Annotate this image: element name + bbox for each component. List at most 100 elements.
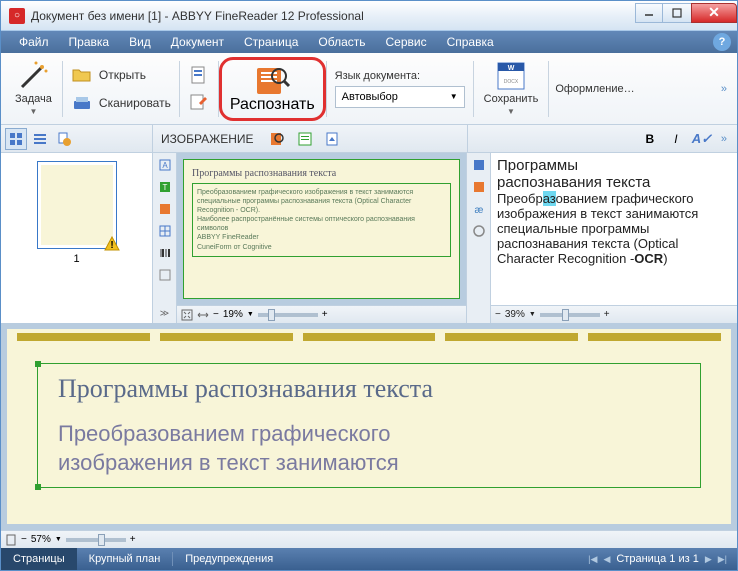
task-label: Задача [15, 93, 52, 105]
status-tab-closeup[interactable]: Крупный план [77, 548, 173, 570]
text-tool-1-icon[interactable] [469, 155, 489, 175]
svg-text:T: T [162, 183, 167, 192]
fit-icon[interactable] [181, 309, 193, 321]
tool-text-area-icon[interactable]: T [155, 177, 175, 197]
tool-more-icon[interactable]: ≫ [155, 303, 175, 323]
minimize-button[interactable] [635, 3, 663, 23]
language-select[interactable]: Автовыбор ▼ [335, 86, 465, 108]
thumbnail-number: 1 [73, 253, 79, 265]
status-tab-warnings[interactable]: Предупреждения [173, 548, 285, 570]
view-thumbnails-button[interactable] [5, 128, 27, 150]
text-zoom-slider[interactable] [540, 313, 600, 317]
text-overflow-icon[interactable]: » [717, 133, 731, 145]
save-button[interactable]: WDOCX Сохранить ▼ [474, 57, 549, 121]
maximize-button[interactable] [662, 3, 692, 23]
closeup-document[interactable]: Программы распознавания текста Преобразо… [7, 329, 731, 524]
scan-button[interactable]: Сканировать [71, 92, 171, 114]
lang-label: Язык документа: [335, 70, 465, 82]
svg-text:!: ! [110, 240, 113, 251]
closeup-zoom-bar: − 57% ▼ + [1, 530, 737, 548]
next-page-icon[interactable]: ▶ [705, 554, 712, 565]
menu-view[interactable]: Вид [121, 33, 159, 51]
ribbon-toolbar: Задача ▼ Открыть Сканировать [1, 53, 737, 125]
closeup-zoom-slider[interactable] [66, 538, 126, 542]
recognized-image[interactable]: Программы распознавания текста Преобразо… [183, 159, 460, 299]
recognize-icon [253, 64, 291, 96]
view-list-button[interactable] [29, 128, 51, 150]
lang-value: Автовыбор [342, 91, 398, 103]
menu-service[interactable]: Сервис [378, 33, 435, 51]
text-pane: æ Программы распознавания текста Преобра… [467, 153, 737, 323]
fit-width-icon[interactable] [197, 309, 209, 321]
save-label: Сохранить [484, 93, 539, 105]
tool-table-area-icon[interactable] [155, 221, 175, 241]
fit-icon[interactable] [5, 534, 17, 546]
page-properties-button[interactable] [53, 128, 75, 150]
menu-file[interactable]: Файл [11, 33, 57, 51]
menu-document[interactable]: Документ [163, 33, 232, 51]
menu-edit[interactable]: Правка [61, 33, 118, 51]
tool-recognition-icon[interactable] [155, 265, 175, 285]
chevron-down-icon: ▼ [450, 92, 458, 101]
analyze-button[interactable] [294, 128, 316, 150]
thumbnail-pane: ! 1 [1, 153, 153, 323]
text-tool-3-icon[interactable]: æ [469, 199, 489, 219]
recognize-label: Распознать [230, 96, 315, 114]
menubar: Файл Правка Вид Документ Страница Област… [1, 31, 737, 53]
image-zoom-slider[interactable] [258, 313, 318, 317]
recognized-text[interactable]: Программы распознавания текста Преобразо… [491, 153, 737, 323]
text-style-button[interactable]: A✓ [691, 128, 713, 150]
titlebar: ○ Документ без имени [1] - ABBYY FineRea… [1, 1, 737, 31]
text-zoom-bar: − 39% ▼ + [491, 305, 737, 323]
menu-page[interactable]: Страница [236, 33, 306, 51]
format-button[interactable]: Оформление… [549, 83, 640, 95]
task-button[interactable]: Задача ▼ [5, 57, 62, 121]
text-tool-4-icon[interactable] [469, 221, 489, 241]
image-zoom-bar: − 19% ▼ + [177, 305, 466, 323]
page-image-button[interactable] [322, 128, 344, 150]
page-thumbnail-1[interactable]: ! [37, 161, 117, 249]
italic-button[interactable]: I [665, 128, 687, 150]
scan-label: Сканировать [99, 96, 171, 110]
svg-text:A: A [162, 161, 168, 170]
text-tool-2-icon[interactable] [469, 177, 489, 197]
recognize-button[interactable]: Распознать [219, 57, 326, 121]
text-zoom-value: 39% [505, 309, 525, 320]
zoom-in-icon[interactable]: + [604, 309, 610, 320]
image-zoom-value: 19% [223, 309, 243, 320]
text-toolbar: æ [467, 153, 491, 323]
prev-page-icon[interactable]: ◀ [603, 554, 610, 565]
closeup-zoom-value: 57% [31, 534, 51, 545]
window-title: Документ без имени [1] - ABBYY FineReade… [31, 9, 636, 23]
svg-text:DOCX: DOCX [504, 79, 519, 85]
folder-open-icon [71, 64, 93, 86]
page-counter: Страница 1 из 1 [616, 553, 698, 565]
menu-area[interactable]: Область [310, 33, 373, 51]
menu-help[interactable]: Справка [439, 33, 502, 51]
tool-picture-area-icon[interactable] [155, 199, 175, 219]
warning-icon: ! [104, 236, 120, 252]
zoom-out-icon[interactable]: − [495, 309, 501, 320]
edit-page-icon[interactable] [188, 92, 210, 114]
status-tab-pages[interactable]: Страницы [1, 548, 77, 570]
ribbon-overflow-icon[interactable]: » [715, 83, 733, 95]
svg-text:æ: æ [474, 205, 483, 216]
content-area: ! 1 A T ≫ Программы распоз [1, 153, 737, 548]
last-page-icon[interactable]: ▶| [718, 554, 727, 565]
zoom-out-icon[interactable]: − [213, 309, 219, 320]
open-button[interactable]: Открыть [71, 64, 171, 86]
first-page-icon[interactable]: |◀ [588, 554, 597, 565]
page-icon[interactable] [188, 64, 210, 86]
tool-barcode-icon[interactable] [155, 243, 175, 263]
image-toolbar: A T ≫ [153, 153, 177, 323]
tool-pointer-icon[interactable]: A [155, 155, 175, 175]
zoom-out-icon[interactable]: − [21, 534, 27, 545]
zoom-in-icon[interactable]: + [322, 309, 328, 320]
help-icon[interactable]: ? [713, 33, 731, 51]
read-button[interactable] [266, 128, 288, 150]
scanner-icon [71, 92, 93, 114]
svg-text:W: W [508, 65, 515, 72]
bold-button[interactable]: B [639, 128, 661, 150]
close-button[interactable]: ✕ [691, 3, 737, 23]
zoom-in-icon[interactable]: + [130, 534, 136, 545]
